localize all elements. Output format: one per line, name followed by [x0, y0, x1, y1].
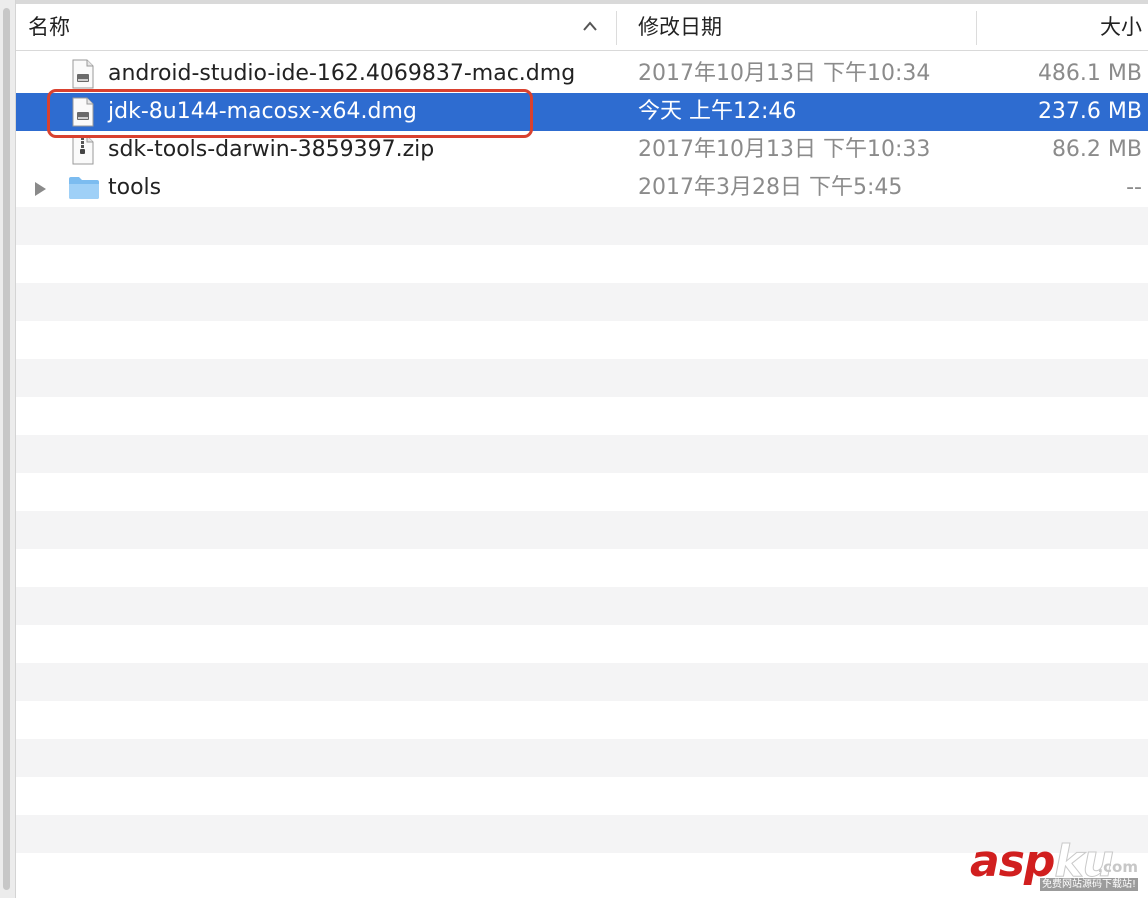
empty-row — [16, 397, 1148, 435]
file-size: 486.1 MB — [1037, 61, 1142, 86]
scrollbar-track[interactable] — [3, 8, 10, 890]
file-row[interactable]: android-studio-ide-162.4069837-mac.dmg 2… — [16, 55, 1148, 93]
watermark-domain: .com — [1097, 858, 1138, 876]
finder-list-view: 名称 修改日期 大小 android-studio-ide-162.406983… — [0, 0, 1148, 898]
empty-row — [16, 587, 1148, 625]
dmg-file-icon — [72, 59, 94, 89]
watermark-tagline: 免费网站源码下载站! — [1039, 878, 1138, 891]
empty-row — [16, 663, 1148, 701]
file-date: 2017年10月13日 下午10:34 — [638, 61, 931, 86]
empty-row — [16, 511, 1148, 549]
disclosure-triangle-icon[interactable] — [33, 181, 47, 197]
file-list: android-studio-ide-162.4069837-mac.dmg 2… — [16, 51, 1148, 898]
file-size: 237.6 MB — [1037, 99, 1142, 124]
empty-row — [16, 625, 1148, 663]
column-header-size[interactable]: 大小 — [984, 4, 1142, 50]
empty-row — [16, 701, 1148, 739]
file-size: 86.2 MB — [1051, 137, 1142, 162]
watermark-logo: aspku .com 免费网站源码下载站! — [970, 837, 1142, 894]
file-size: -- — [1126, 175, 1142, 200]
empty-row — [16, 739, 1148, 777]
folder-icon — [69, 177, 99, 199]
empty-row — [16, 245, 1148, 283]
column-header-date[interactable]: 修改日期 — [638, 4, 968, 50]
sort-ascending-icon[interactable] — [582, 20, 598, 32]
file-date: 今天 上午12:46 — [638, 99, 797, 124]
column-separator[interactable] — [976, 11, 977, 45]
empty-row — [16, 777, 1148, 815]
empty-row — [16, 473, 1148, 511]
file-date: 2017年10月13日 下午10:33 — [638, 137, 931, 162]
empty-row — [16, 359, 1148, 397]
empty-row — [16, 435, 1148, 473]
file-name: android-studio-ide-162.4069837-mac.dmg — [108, 61, 576, 86]
empty-row — [16, 549, 1148, 587]
folder-row[interactable]: tools 2017年3月28日 下午5:45 -- — [16, 169, 1148, 207]
column-separator[interactable] — [616, 11, 617, 45]
column-header-name[interactable]: 名称 — [28, 4, 588, 50]
empty-row — [16, 283, 1148, 321]
file-date: 2017年3月28日 下午5:45 — [638, 175, 903, 200]
sidebar-edge — [0, 0, 16, 898]
file-name: tools — [108, 175, 162, 200]
empty-row — [16, 321, 1148, 359]
empty-row — [16, 207, 1148, 245]
annotation-highlight — [47, 89, 533, 138]
column-header: 名称 修改日期 大小 — [16, 4, 1148, 51]
zip-file-icon — [72, 135, 94, 165]
